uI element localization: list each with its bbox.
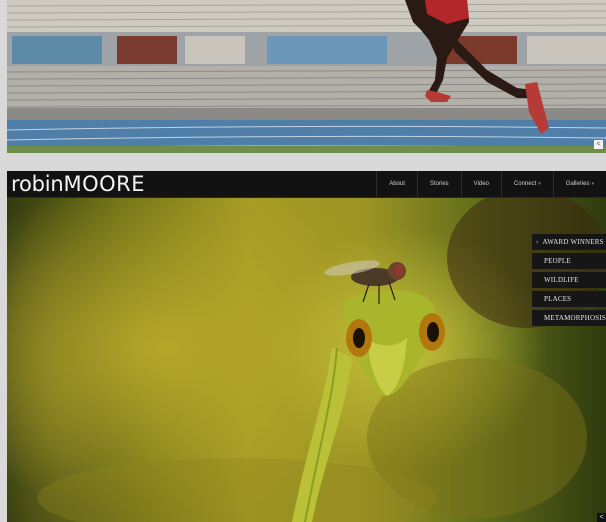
- gallery-places[interactable]: PLACES: [532, 291, 606, 307]
- gallery-award-winners[interactable]: ‹ AWARD WINNERS: [532, 234, 606, 250]
- caret-down-icon: ▾: [538, 181, 541, 187]
- gallery-people-label: PEOPLE: [544, 257, 571, 265]
- logo-part-moore: MOORE: [63, 172, 146, 196]
- nav-about[interactable]: About: [376, 171, 417, 197]
- chevron-left-icon[interactable]: ‹: [536, 238, 539, 246]
- nav-about-label: About: [389, 181, 405, 187]
- nav-galleries-label: Galleries: [565, 181, 590, 187]
- gallery-metamorphosis[interactable]: METAMORPHOSIS: [532, 310, 606, 326]
- share-icon[interactable]: <: [597, 513, 606, 522]
- stadium-photo: [7, 0, 606, 153]
- site-header: robinMOORE About Stories Video Connect ▾ …: [7, 171, 606, 198]
- galleries-dropdown: ‹ AWARD WINNERS PEOPLE WILDLIFE PLACES ME…: [532, 234, 606, 329]
- nav-connect-label: Connect: [513, 181, 537, 187]
- nav-video[interactable]: Video: [460, 171, 501, 197]
- gallery-award-winners-label: AWARD WINNERS: [542, 238, 604, 246]
- top-photo-panel: <: [7, 0, 606, 153]
- nav-galleries[interactable]: Galleries ▾: [552, 171, 606, 197]
- caret-down-icon: ▾: [591, 181, 594, 187]
- gallery-wildlife[interactable]: WILDLIFE: [532, 272, 606, 288]
- nav-connect[interactable]: Connect ▾: [500, 171, 553, 197]
- nav-stories[interactable]: Stories: [416, 171, 461, 197]
- nav-stories-label: Stories: [429, 181, 449, 187]
- logo-part-robin: robin: [11, 172, 64, 196]
- gallery-places-label: PLACES: [544, 295, 572, 303]
- snake-with-fly-image: [37, 198, 606, 522]
- gallery-metamorphosis-label: METAMORPHOSIS: [544, 314, 606, 322]
- gallery-people[interactable]: PEOPLE: [532, 253, 606, 269]
- website-panel: robinMOORE About Stories Video Connect ▾ …: [7, 171, 606, 522]
- share-icon[interactable]: <: [594, 140, 603, 149]
- site-logo[interactable]: robinMOORE: [11, 171, 145, 197]
- hero-photo: ‹ AWARD WINNERS PEOPLE WILDLIFE PLACES ME…: [7, 198, 606, 522]
- nav-video-label: Video: [473, 181, 489, 187]
- main-nav: About Stories Video Connect ▾ Galleries ▾: [376, 171, 606, 197]
- gallery-wildlife-label: WILDLIFE: [544, 276, 579, 284]
